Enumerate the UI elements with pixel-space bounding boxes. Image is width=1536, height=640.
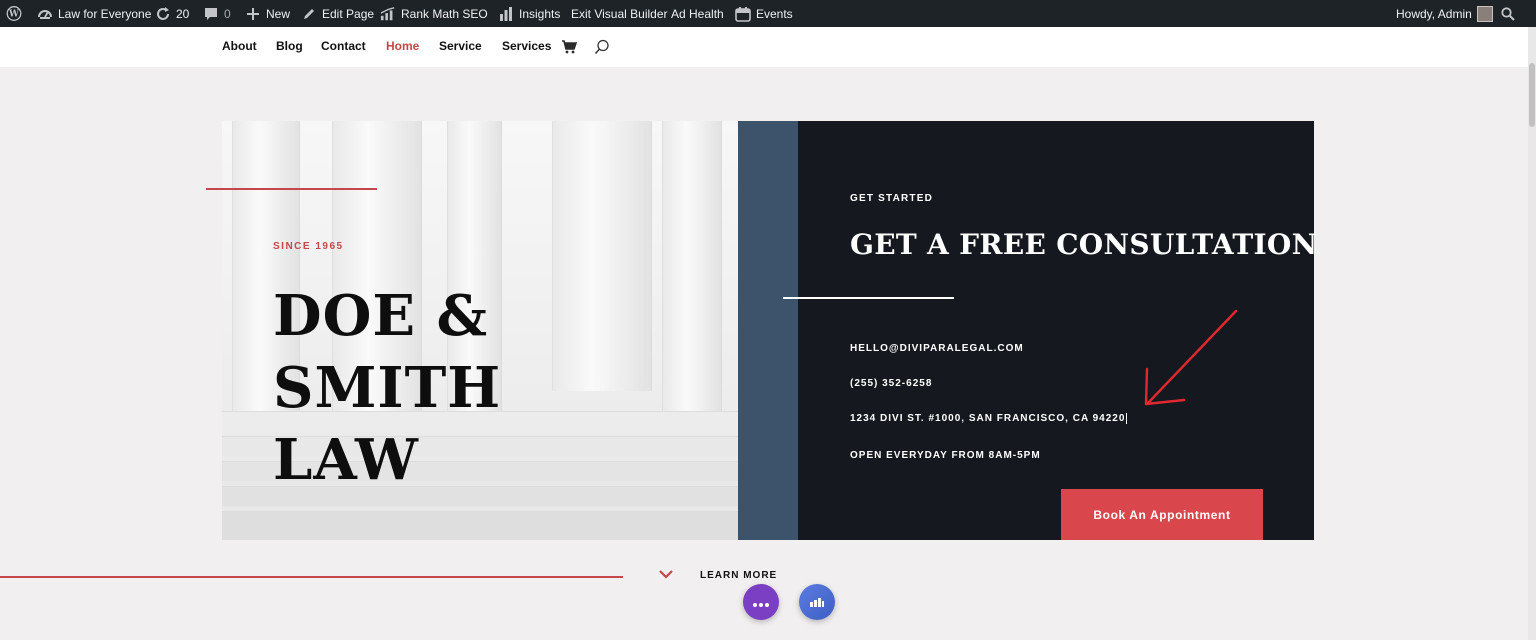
comments-count: 0 bbox=[224, 6, 231, 21]
rank-math-menu[interactable]: Rank Math SEO bbox=[380, 0, 488, 27]
plus-icon bbox=[245, 6, 261, 22]
comment-icon bbox=[203, 6, 219, 22]
chevron-down-icon[interactable] bbox=[658, 567, 674, 579]
builder-layers-button[interactable] bbox=[799, 584, 835, 620]
admin-search-button[interactable] bbox=[1500, 0, 1516, 27]
updates-menu[interactable]: 20 bbox=[155, 0, 189, 27]
site-name-menu[interactable]: Law for Everyone bbox=[37, 0, 151, 27]
contact-address[interactable]: 1234 DIVI ST. #1000, SAN FRANCISCO, CA 9… bbox=[850, 413, 1128, 424]
layers-icon bbox=[809, 595, 825, 610]
exit-builder-label: Exit Visual Builder bbox=[571, 6, 668, 21]
consultation-title: GET A FREE CONSULTATION bbox=[850, 228, 1318, 261]
ad-health-link[interactable]: Ad Health bbox=[671, 0, 724, 27]
contact-hours: OPEN EVERYDAY FROM 8AM-5PM bbox=[850, 450, 1041, 461]
nav-item-contact[interactable]: Contact bbox=[321, 39, 366, 53]
events-icon bbox=[735, 6, 751, 22]
search-icon[interactable] bbox=[594, 39, 610, 55]
page-scrollbar[interactable] bbox=[1528, 27, 1536, 640]
hero-title-line-1: DOE & SMITH bbox=[273, 283, 502, 421]
dots-icon bbox=[752, 592, 770, 612]
howdy-label: Howdy, Admin bbox=[1396, 6, 1472, 21]
admin-bar: W Law for Everyone 20 0 New Edit Page Ra… bbox=[0, 0, 1536, 27]
edit-page-label: Edit Page bbox=[322, 6, 375, 21]
avatar bbox=[1476, 5, 1493, 22]
insights-label: Insights bbox=[519, 6, 561, 21]
hero-title: DOE & SMITH LAW bbox=[273, 280, 693, 496]
ad-health-label: Ad Health bbox=[671, 6, 724, 21]
new-label: New bbox=[266, 6, 291, 21]
updates-count: 20 bbox=[176, 6, 190, 21]
rank-math-icon bbox=[380, 6, 396, 22]
get-started-label: GET STARTED bbox=[850, 193, 934, 204]
scrollbar-thumb[interactable] bbox=[1529, 63, 1535, 127]
svg-text:W: W bbox=[8, 10, 19, 20]
hero-title-line-2: LAW bbox=[273, 427, 419, 493]
main-navigation: About Blog Contact Home Service Services bbox=[0, 27, 1536, 67]
wp-logo-menu[interactable]: W bbox=[6, 0, 22, 27]
nav-item-service[interactable]: Service bbox=[439, 39, 482, 53]
bar-chart-icon bbox=[498, 6, 514, 22]
site-name: Law for Everyone bbox=[58, 6, 152, 21]
dashboard-icon bbox=[37, 6, 53, 22]
white-divider-line bbox=[783, 297, 954, 299]
wordpress-icon: W bbox=[6, 6, 22, 22]
contact-phone[interactable]: (255) 352-6258 bbox=[850, 378, 932, 389]
bottom-accent-line bbox=[0, 576, 623, 578]
exit-visual-builder-link[interactable]: Exit Visual Builder bbox=[571, 0, 668, 27]
nav-item-about[interactable]: About bbox=[222, 39, 257, 53]
pencil-icon bbox=[301, 6, 317, 22]
my-account-menu[interactable]: Howdy, Admin bbox=[1396, 0, 1493, 27]
search-icon bbox=[1500, 6, 1516, 22]
builder-menu-button[interactable] bbox=[743, 584, 779, 620]
nav-item-blog[interactable]: Blog bbox=[276, 39, 303, 53]
nav-item-home[interactable]: Home bbox=[386, 39, 419, 53]
events-label: Events bbox=[756, 6, 793, 21]
edit-page-link[interactable]: Edit Page bbox=[301, 0, 374, 27]
insights-menu[interactable]: Insights bbox=[498, 0, 560, 27]
learn-more-link[interactable]: LEARN MORE bbox=[700, 570, 777, 581]
accent-strip bbox=[738, 121, 798, 540]
updates-icon bbox=[155, 6, 171, 22]
since-label: SINCE 1965 bbox=[273, 241, 344, 252]
rank-math-label: Rank Math SEO bbox=[401, 6, 488, 21]
contact-email[interactable]: HELLO@DIVIPARALEGAL.COM bbox=[850, 343, 1024, 354]
comments-menu[interactable]: 0 bbox=[203, 0, 231, 27]
accent-divider-line bbox=[206, 188, 377, 190]
new-content-menu[interactable]: New bbox=[245, 0, 290, 27]
nav-item-services[interactable]: Services bbox=[502, 39, 551, 53]
events-menu[interactable]: Events bbox=[735, 0, 793, 27]
annotation-arrow bbox=[1144, 309, 1238, 406]
cart-icon[interactable] bbox=[561, 39, 578, 55]
step-decor bbox=[222, 511, 738, 540]
book-appointment-button[interactable]: Book An Appointment bbox=[1061, 489, 1263, 540]
